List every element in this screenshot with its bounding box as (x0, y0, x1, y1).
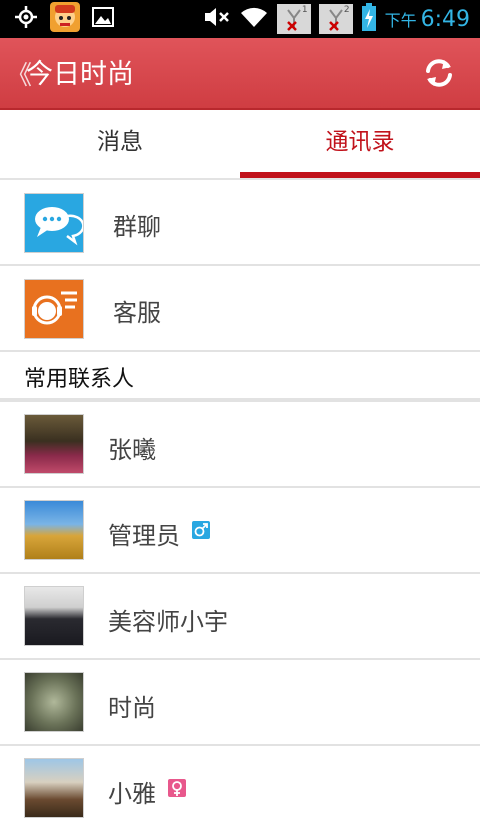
contact-row[interactable]: 时尚 (0, 660, 480, 746)
contact-avatar (24, 758, 84, 818)
tab-messages[interactable]: 消息 (0, 110, 240, 178)
frequent-contacts-header: 常用联系人 (0, 352, 480, 398)
contact-avatar (24, 414, 84, 474)
gps-icon (14, 5, 38, 33)
refresh-icon[interactable] (422, 56, 456, 90)
customer-service-label: 客服 (113, 299, 161, 327)
contact-avatar (24, 672, 84, 732)
contact-name: 美容师小宇 (108, 608, 228, 636)
contact-row[interactable]: 张曦 (0, 402, 480, 488)
clock-time: 6:49 (420, 6, 470, 32)
customer-service-row[interactable]: 客服 (0, 266, 480, 352)
sim2-label: 2 (343, 5, 350, 15)
battery-charging-icon (361, 3, 377, 35)
contact-name: 小雅 (108, 780, 156, 808)
signal-sim1-icon: 1 (276, 4, 311, 34)
gallery-icon (92, 6, 114, 32)
contact-row[interactable]: 小雅 (0, 746, 480, 832)
group-chat-icon (24, 193, 85, 253)
female-icon (168, 779, 186, 797)
contact-row[interactable]: 美容师小宇 (0, 574, 480, 660)
mute-icon (203, 5, 231, 33)
app-bar: 《 今日时尚 (0, 38, 480, 110)
contact-name: 管理员 (108, 522, 180, 550)
clock: 下午 6:49 (385, 7, 470, 32)
app-notification-icon (50, 2, 80, 36)
status-bar: 1 2 下午 6:49 (0, 0, 480, 38)
signal-sim2-icon: 2 (318, 4, 353, 34)
sim1-label: 1 (301, 5, 308, 15)
tab-contacts[interactable]: 通讯录 (240, 110, 480, 178)
group-chat-row[interactable]: 群聊 (0, 180, 480, 266)
clock-ampm: 下午 (384, 10, 417, 30)
contact-avatar (24, 586, 84, 646)
male-icon (192, 521, 210, 539)
contact-avatar (24, 500, 84, 560)
contact-row[interactable]: 管理员 (0, 488, 480, 574)
group-chat-label: 群聊 (113, 213, 161, 241)
wifi-icon (239, 5, 269, 33)
contact-name: 张曦 (108, 436, 156, 464)
customer-service-icon (24, 279, 84, 339)
app-title[interactable]: 今日时尚 (26, 52, 134, 91)
contact-name: 时尚 (108, 694, 156, 722)
tab-bar: 消息 通讯录 (0, 110, 480, 178)
section-title: 常用联系人 (24, 367, 135, 392)
